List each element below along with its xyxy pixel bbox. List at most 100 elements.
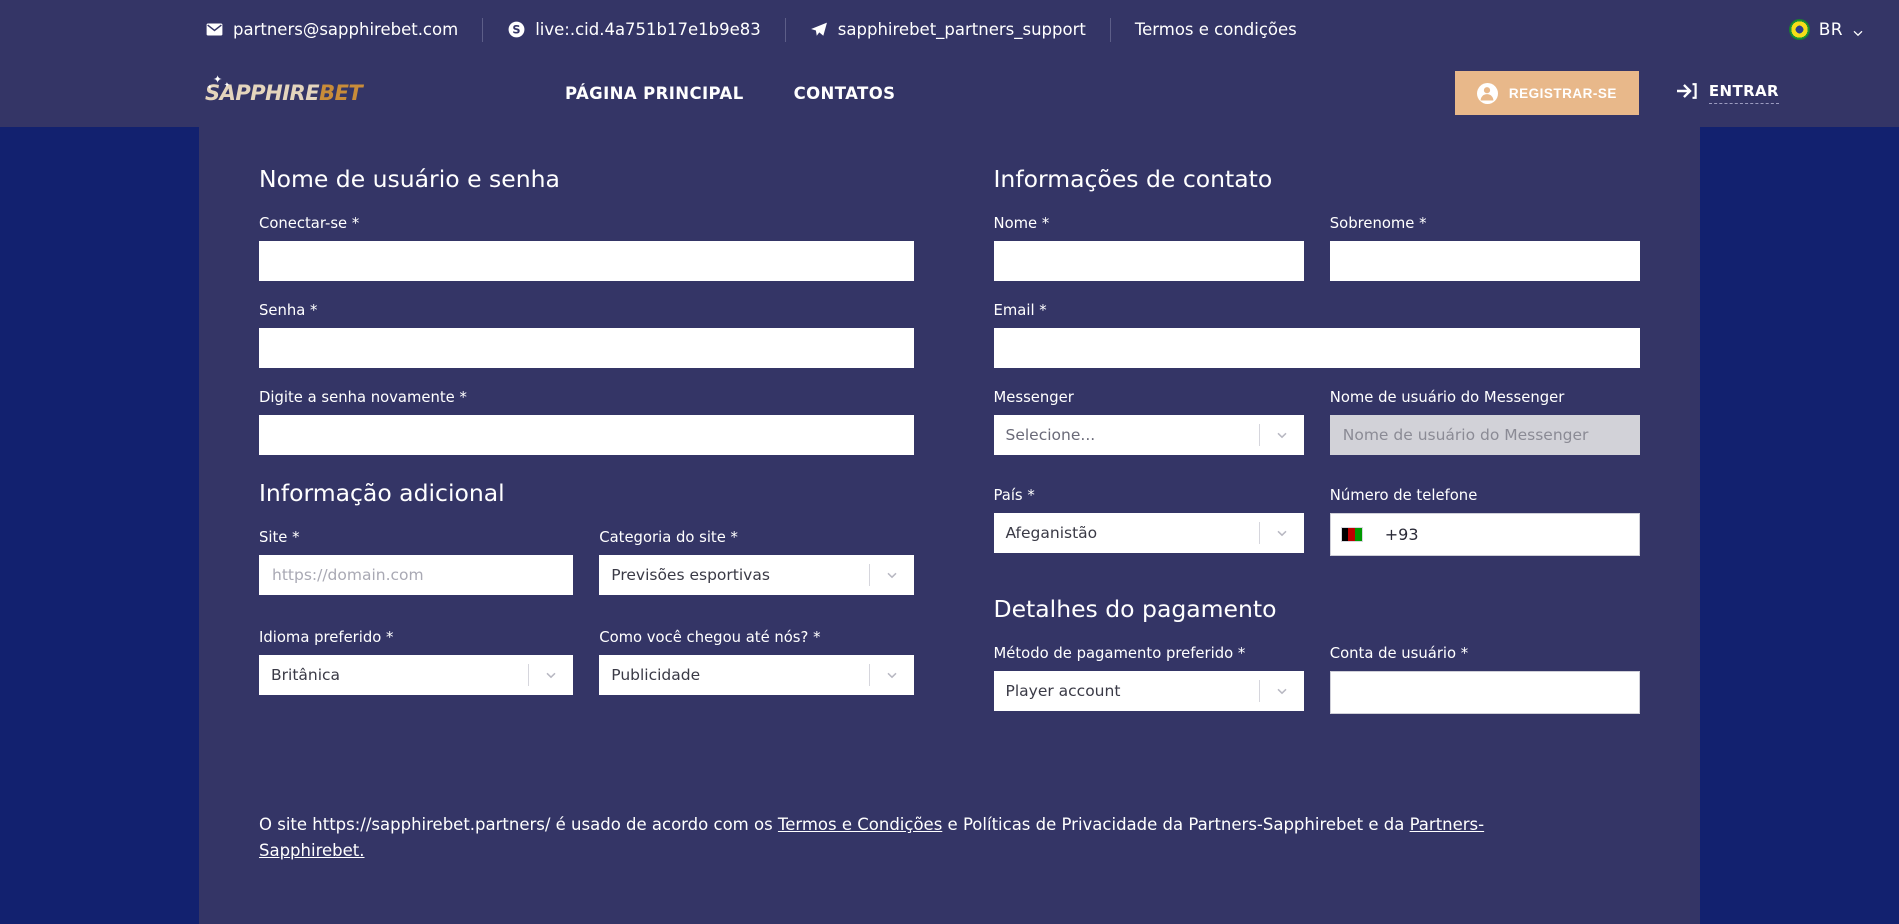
site-category-select[interactable]: Previsões esportivas xyxy=(599,555,914,595)
field-messenger-username: Nome de usuário do Messenger xyxy=(1329,389,1640,455)
terms-link[interactable]: Termos e condições xyxy=(1111,20,1321,39)
main-nav: PÁGINA PRINCIPAL CONTATOS xyxy=(565,84,895,103)
register-button[interactable]: REGISTRAR-SE xyxy=(1454,71,1639,115)
row-site: Site * Categoria do site * Previsões esp… xyxy=(259,529,914,616)
messenger-value: Selecione... xyxy=(1005,426,1096,444)
site-input[interactable] xyxy=(259,555,574,595)
contact-email-label: partners@sapphirebet.com xyxy=(233,20,459,39)
field-email-label: Email * xyxy=(993,302,1047,319)
page-body: Nome de usuário e senha Conectar-se * Se… xyxy=(0,127,1899,924)
country-value: Afeganistão xyxy=(1005,524,1098,542)
afghanistan-flag-icon xyxy=(1340,527,1363,542)
envelope-icon xyxy=(205,21,223,39)
user-icon xyxy=(1476,82,1498,104)
field-password-repeat: Digite a senha novamente * xyxy=(259,389,914,455)
skype-icon: S xyxy=(507,21,525,39)
messenger-select[interactable]: Selecione... xyxy=(993,415,1304,455)
row-payment: Método de pagamento preferido * Player a… xyxy=(993,645,1640,735)
logo-text-secondary: BET xyxy=(319,80,363,105)
language-pref-value: Britânica xyxy=(271,666,341,684)
messenger-username-input[interactable] xyxy=(1329,415,1640,455)
password-input[interactable] xyxy=(259,328,914,368)
language-code: BR xyxy=(1818,19,1843,40)
field-login: Conectar-se * xyxy=(259,215,914,281)
terms-link-label: Termos e condições xyxy=(1134,20,1297,39)
field-country-label: País * xyxy=(993,487,1035,504)
language-pref-select[interactable]: Britânica xyxy=(259,655,574,695)
contact-telegram-label: sapphirebet_partners_support xyxy=(837,20,1086,39)
payment-method-select[interactable]: Player account xyxy=(993,671,1304,711)
chevron-down-icon xyxy=(1852,24,1864,36)
field-password: Senha * xyxy=(259,302,914,368)
phone-input[interactable]: +93 xyxy=(1329,513,1640,556)
form-left-column: Nome de usuário e senha Conectar-se * Se… xyxy=(259,155,950,796)
language-picker[interactable]: BR xyxy=(1788,0,1864,59)
section-title-credentials: Nome de usuário e senha xyxy=(259,165,560,193)
legal-part-2: e Políticas de Privacidade da Partners-S… xyxy=(942,814,1410,834)
last-name-input[interactable] xyxy=(1329,241,1640,281)
nav-item-home[interactable]: PÁGINA PRINCIPAL xyxy=(565,84,744,103)
chevron-down-icon xyxy=(1260,428,1304,442)
legal-text: O site https://sapphirebet.partners/ é u… xyxy=(259,812,1640,924)
field-language-pref-label: Idioma preferido * xyxy=(259,629,394,646)
field-first-name-label: Nome * xyxy=(993,215,1050,232)
email-input[interactable] xyxy=(993,328,1640,368)
field-user-account-label: Conta de usuário * xyxy=(1329,645,1469,662)
field-site-category-label: Categoria do site * xyxy=(599,529,738,546)
login-input[interactable] xyxy=(259,241,914,281)
terms-and-conditions-link[interactable]: Termos e Condições xyxy=(778,815,942,834)
field-last-name-label: Sobrenome * xyxy=(1329,215,1427,232)
contact-skype[interactable]: S live:.cid.4a751b17e1b9e83 xyxy=(483,20,785,39)
how-found-value: Publicidade xyxy=(611,666,701,684)
chevron-down-icon xyxy=(529,668,573,682)
field-how-found: Como você chegou até nós? * Publicidade xyxy=(599,629,914,695)
legal-part-1: O site https://sapphirebet.partners/ é u… xyxy=(259,814,778,834)
first-name-input[interactable] xyxy=(993,241,1304,281)
login-arrow-icon xyxy=(1676,82,1697,104)
field-messenger: Messenger Selecione... xyxy=(993,389,1304,455)
form-right-column: Informações de contato Nome * Sobrenome … xyxy=(950,155,1640,796)
payment-method-value: Player account xyxy=(1005,682,1121,700)
nav-item-contacts[interactable]: CONTATOS xyxy=(794,84,896,103)
field-email: Email * xyxy=(993,302,1640,368)
contact-skype-label: live:.cid.4a751b17e1b9e83 xyxy=(535,20,761,39)
login-button[interactable]: ENTRAR xyxy=(1676,82,1779,104)
sparkle-icon: ✦ xyxy=(224,81,230,89)
section-title-contact: Informações de contato xyxy=(993,165,1273,193)
field-site-category: Categoria do site * Previsões esportivas xyxy=(599,529,914,595)
chevron-down-icon xyxy=(1260,526,1304,540)
field-country: País * Afeganistão xyxy=(993,487,1304,556)
top-contacts: partners@sapphirebet.com S live:.cid.4a7… xyxy=(205,17,1321,42)
field-first-name: Nome * xyxy=(993,215,1304,281)
field-payment-method: Método de pagamento preferido * Player a… xyxy=(993,645,1304,714)
header-actions: REGISTRAR-SE ENTRAR xyxy=(1454,59,1779,127)
field-user-account: Conta de usuário * xyxy=(1329,645,1640,714)
field-password-repeat-label: Digite a senha novamente * xyxy=(259,389,467,406)
field-phone: Número de telefone +93 xyxy=(1329,487,1640,556)
field-how-found-label: Como você chegou até nós? * xyxy=(599,629,821,646)
contact-telegram[interactable]: sapphirebet_partners_support xyxy=(786,20,1110,39)
site-logo[interactable]: ✦ ✦ ✦ SAPPHIREBET xyxy=(205,69,363,117)
section-title-payment: Detalhes do pagamento xyxy=(993,595,1277,623)
password-repeat-input[interactable] xyxy=(259,415,914,455)
sparkle-icon: ✦ xyxy=(213,73,223,86)
field-password-label: Senha * xyxy=(259,302,318,319)
field-site-label: Site * xyxy=(259,529,300,546)
field-phone-label: Número de telefone xyxy=(1329,487,1478,504)
sparkle-icon: ✦ xyxy=(207,84,213,91)
svg-text:S: S xyxy=(512,23,520,37)
row-name: Nome * Sobrenome * xyxy=(993,215,1640,302)
login-button-label: ENTRAR xyxy=(1708,82,1779,104)
site-header: ✦ ✦ ✦ SAPPHIREBET PÁGINA PRINCIPAL CONTA… xyxy=(0,59,1899,127)
field-language-pref: Idioma preferido * Britânica xyxy=(259,629,574,695)
row-country-phone: País * Afeganistão Número de telefone +9… xyxy=(993,487,1640,577)
user-account-input[interactable] xyxy=(1329,671,1640,714)
how-found-select[interactable]: Publicidade xyxy=(599,655,914,695)
contact-email[interactable]: partners@sapphirebet.com xyxy=(205,20,482,39)
country-select[interactable]: Afeganistão xyxy=(993,513,1304,553)
site-category-value: Previsões esportivas xyxy=(611,566,770,584)
chevron-down-icon xyxy=(870,668,914,682)
row-messenger: Messenger Selecione... Nome de usuário d… xyxy=(993,389,1640,476)
brazil-flag-icon xyxy=(1788,19,1810,40)
field-last-name: Sobrenome * xyxy=(1329,215,1640,281)
